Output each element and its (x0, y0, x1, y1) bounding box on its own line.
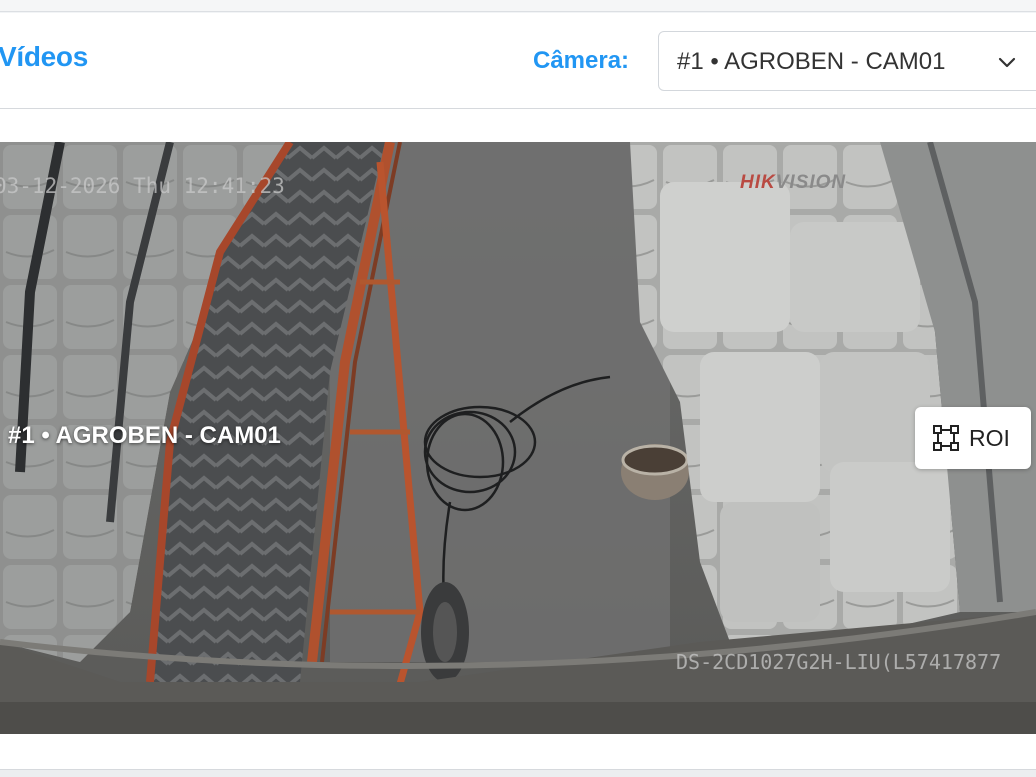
video-player[interactable]: 03-12-2026 Thu 12:41:23 HIKVISION DS-2CD… (0, 142, 1036, 734)
camera-select[interactable]: #1 • AGROBEN - CAM01 (658, 31, 1036, 91)
page-title: Vídeos (0, 41, 89, 72)
page-header: Vídeos Câmera: #1 • AGROBEN - CAM01 (0, 13, 1036, 109)
osd-timestamp: 03-12-2026 Thu 12:41:23 (0, 174, 285, 198)
bottom-strip (0, 769, 1036, 777)
roi-selection-icon (933, 425, 959, 451)
roi-button-label: ROI (969, 425, 1010, 451)
camera-select-value: #1 • AGROBEN - CAM01 (677, 48, 946, 75)
chevron-down-icon (998, 57, 1016, 68)
camera-brand-watermark: HIKVISION (740, 172, 847, 193)
roi-button[interactable]: ROI (915, 407, 1031, 469)
video-camera-name: #1 • AGROBEN - CAM01 (8, 422, 281, 449)
camera-label: Câmera: (533, 47, 630, 74)
top-strip (0, 0, 1036, 12)
osd-camera-model: DS-2CD1027G2H-LIU(L57417877 (676, 650, 1002, 674)
video-panel: 03-12-2026 Thu 12:41:23 HIKVISION DS-2CD… (0, 109, 1036, 769)
